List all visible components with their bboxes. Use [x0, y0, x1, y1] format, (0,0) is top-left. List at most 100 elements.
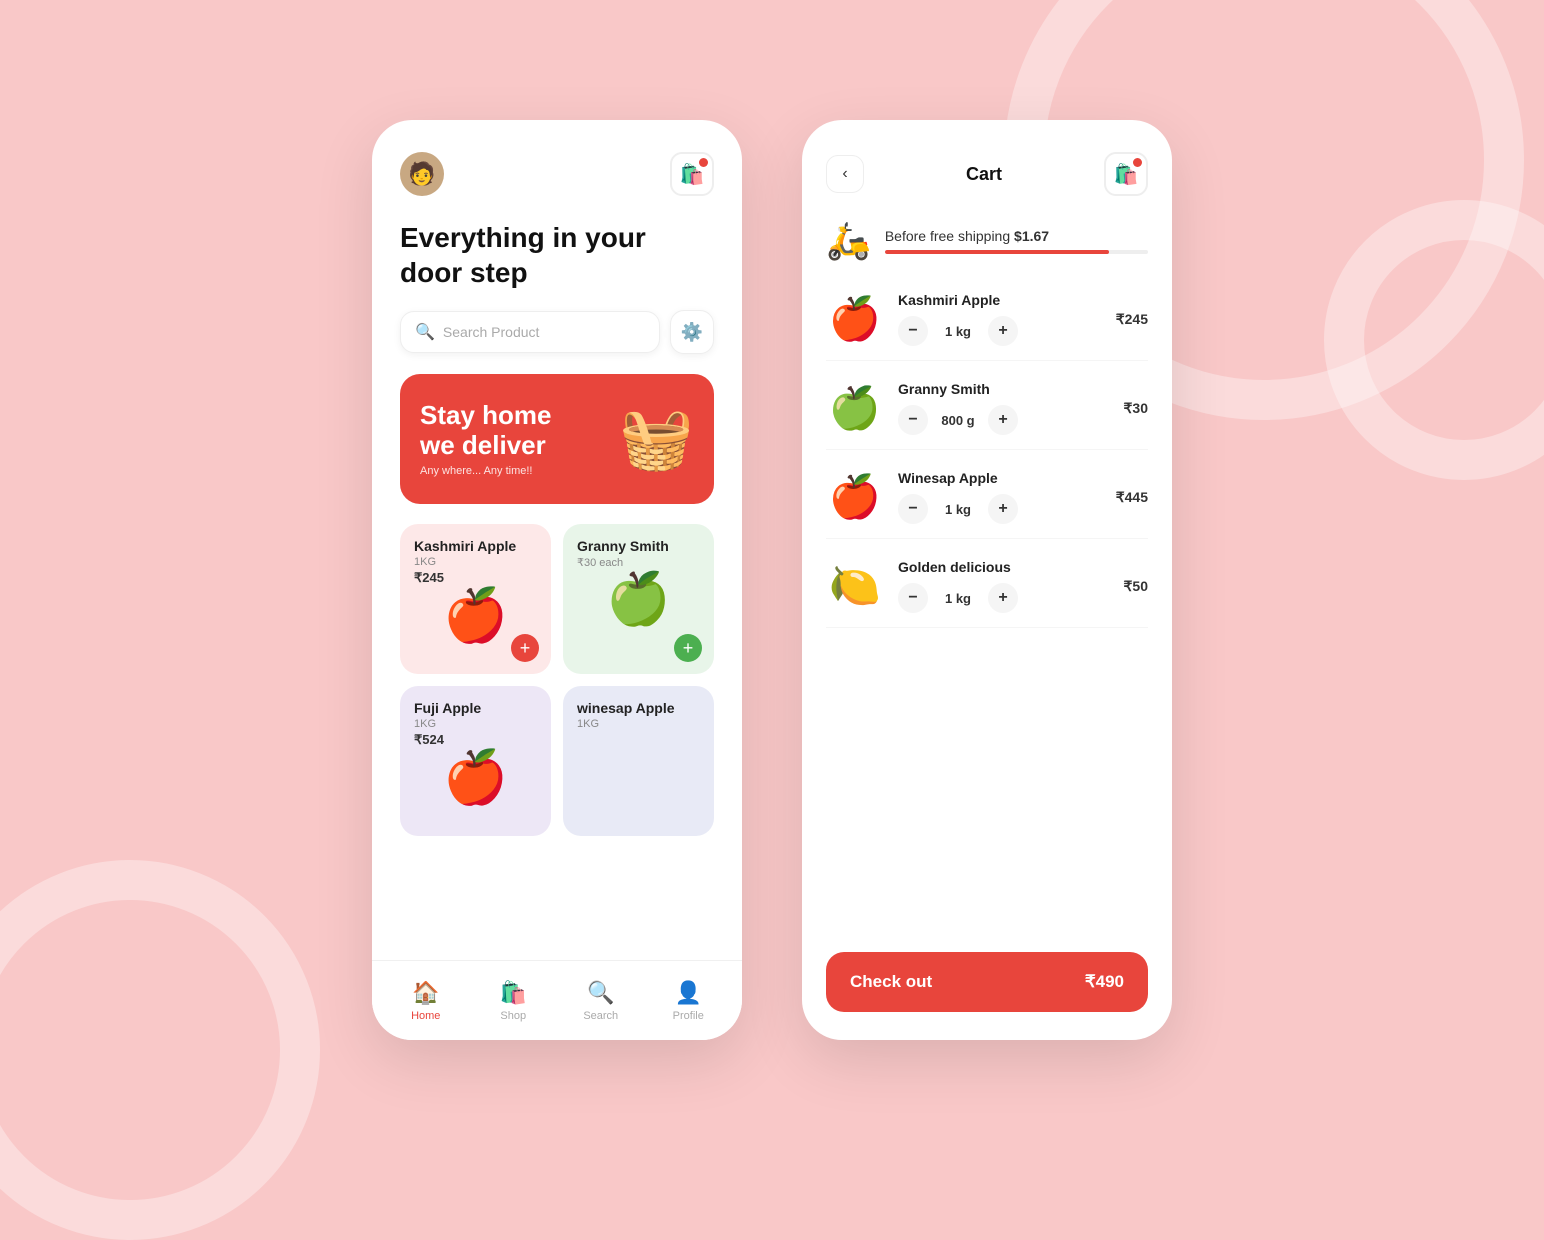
- cart-item: 🍏 Granny Smith − 800 g + ₹30: [826, 367, 1148, 450]
- item-price: ₹30: [1098, 400, 1148, 417]
- checkout-button[interactable]: Check out ₹490: [826, 952, 1148, 1012]
- item-price: ₹445: [1098, 489, 1148, 506]
- qty-increase-button[interactable]: +: [988, 494, 1018, 524]
- scooter-icon: 🛵: [826, 220, 871, 262]
- product-price: ₹245: [414, 570, 537, 586]
- search-row: 🔍 Search Product ⚙️: [372, 310, 742, 374]
- qty-increase-button[interactable]: +: [988, 405, 1018, 435]
- add-to-cart-button[interactable]: +: [674, 634, 702, 662]
- search-box[interactable]: 🔍 Search Product: [400, 311, 660, 353]
- phones-container: 🧑 🛍️ Everything in your door step 🔍 Sear…: [372, 120, 1172, 1040]
- banner-subtitle: Any where... Any time!!: [420, 465, 552, 477]
- add-to-cart-button[interactable]: +: [511, 634, 539, 662]
- item-image: 🍎: [826, 290, 884, 348]
- product-weight: 1KG: [577, 718, 700, 730]
- nav-search-label: Search: [583, 1010, 618, 1022]
- item-info: Kashmiri Apple − 1 kg +: [898, 292, 1084, 346]
- qty-value: 800 g: [940, 413, 976, 428]
- item-image: 🍋: [826, 557, 884, 615]
- back-button[interactable]: ‹: [826, 155, 864, 193]
- checkout-price: ₹490: [1085, 972, 1124, 992]
- nav-profile-label: Profile: [673, 1010, 704, 1022]
- checkout-label: Check out: [850, 972, 932, 992]
- nav-shop[interactable]: 🛍️ Shop: [483, 980, 543, 1022]
- cart-notification-dot: [699, 158, 708, 167]
- left-phone: 🧑 🛍️ Everything in your door step 🔍 Sear…: [372, 120, 742, 1040]
- item-info: Winesap Apple − 1 kg +: [898, 470, 1084, 524]
- product-weight: 1KG: [414, 718, 537, 730]
- cart-item: 🍋 Golden delicious − 1 kg + ₹50: [826, 545, 1148, 628]
- nav-search[interactable]: 🔍 Search: [571, 980, 631, 1022]
- product-name: Fuji Apple: [414, 700, 537, 716]
- qty-value: 1 kg: [940, 324, 976, 339]
- banner-text: Stay home we deliver Any where... Any ti…: [420, 401, 552, 477]
- shipping-text-block: Before free shipping $1.67: [885, 228, 1148, 254]
- right-phone: ‹ Cart 🛍️ 🛵 Before free shipping $1.67: [802, 120, 1172, 1040]
- qty-control: − 1 kg +: [898, 316, 1084, 346]
- product-name: Granny Smith: [577, 538, 700, 554]
- qty-increase-button[interactable]: +: [988, 316, 1018, 346]
- qty-control: − 800 g +: [898, 405, 1084, 435]
- cart-notification-dot: [1133, 158, 1142, 167]
- cart-header: ‹ Cart 🛍️: [802, 120, 1172, 212]
- qty-value: 1 kg: [940, 591, 976, 606]
- qty-decrease-button[interactable]: −: [898, 405, 928, 435]
- item-name: Kashmiri Apple: [898, 292, 1084, 308]
- banner-image: 🧺: [619, 409, 694, 469]
- search-placeholder: Search Product: [443, 324, 540, 340]
- shipping-progress-bar: [885, 250, 1148, 254]
- qty-increase-button[interactable]: +: [988, 583, 1018, 613]
- search-nav-icon: 🔍: [587, 980, 614, 1006]
- item-image: 🍏: [826, 379, 884, 437]
- nav-home[interactable]: 🏠 Home: [396, 980, 456, 1022]
- item-price: ₹245: [1098, 311, 1148, 328]
- home-icon: 🏠: [412, 980, 439, 1006]
- cart-item: 🍎 Kashmiri Apple − 1 kg + ₹245: [826, 278, 1148, 361]
- avatar: 🧑: [400, 152, 444, 196]
- product-image: 🍏: [577, 573, 700, 625]
- cart-button[interactable]: 🛍️: [670, 152, 714, 196]
- hero-title: Everything in your door step: [372, 212, 742, 310]
- search-icon: 🔍: [415, 322, 435, 342]
- shipping-text: Before free shipping $1.67: [885, 228, 1148, 244]
- nav-shop-label: Shop: [500, 1010, 526, 1022]
- item-name: Golden delicious: [898, 559, 1084, 575]
- filter-button[interactable]: ⚙️: [670, 310, 714, 354]
- qty-decrease-button[interactable]: −: [898, 583, 928, 613]
- banner-headline: Stay home we deliver: [420, 401, 552, 461]
- cart-item: 🍎 Winesap Apple − 1 kg + ₹445: [826, 456, 1148, 539]
- product-card-winesap: winesap Apple 1KG: [563, 686, 714, 836]
- shop-icon: 🛍️: [500, 980, 527, 1006]
- product-card-granny: Granny Smith ₹30 each 🍏 +: [563, 524, 714, 674]
- left-header: 🧑 🛍️: [372, 120, 742, 212]
- qty-value: 1 kg: [940, 502, 976, 517]
- promo-banner: Stay home we deliver Any where... Any ti…: [400, 374, 714, 504]
- cart-icon-button[interactable]: 🛍️: [1104, 152, 1148, 196]
- bg-circle-2: [0, 860, 320, 1240]
- item-price: ₹50: [1098, 578, 1148, 595]
- shipping-progress-fill: [885, 250, 1109, 254]
- cart-items-list: 🍎 Kashmiri Apple − 1 kg + ₹245 🍏 Granny …: [802, 278, 1172, 628]
- nav-profile[interactable]: 👤 Profile: [658, 980, 718, 1022]
- qty-control: − 1 kg +: [898, 494, 1084, 524]
- qty-decrease-button[interactable]: −: [898, 316, 928, 346]
- item-image: 🍎: [826, 468, 884, 526]
- bottom-nav: 🏠 Home 🛍️ Shop 🔍 Search 👤 Profile: [372, 960, 742, 1040]
- product-card-kashmiri: Kashmiri Apple 1KG ₹245 🍎 +: [400, 524, 551, 674]
- product-price: ₹524: [414, 732, 537, 748]
- cart-title: Cart: [966, 164, 1002, 185]
- bg-circle-3: [1324, 200, 1544, 480]
- product-name: winesap Apple: [577, 700, 700, 716]
- product-grid: Kashmiri Apple 1KG ₹245 🍎 + Granny Smith…: [372, 524, 742, 836]
- shipping-bar: 🛵 Before free shipping $1.67: [826, 220, 1148, 262]
- product-price: ₹30 each: [577, 556, 700, 569]
- item-name: Granny Smith: [898, 381, 1084, 397]
- product-card-fuji: Fuji Apple 1KG ₹524 🍎: [400, 686, 551, 836]
- product-name: Kashmiri Apple: [414, 538, 537, 554]
- qty-control: − 1 kg +: [898, 583, 1084, 613]
- item-name: Winesap Apple: [898, 470, 1084, 486]
- product-weight: 1KG: [414, 556, 537, 568]
- profile-icon: 👤: [675, 980, 702, 1006]
- qty-decrease-button[interactable]: −: [898, 494, 928, 524]
- item-info: Golden delicious − 1 kg +: [898, 559, 1084, 613]
